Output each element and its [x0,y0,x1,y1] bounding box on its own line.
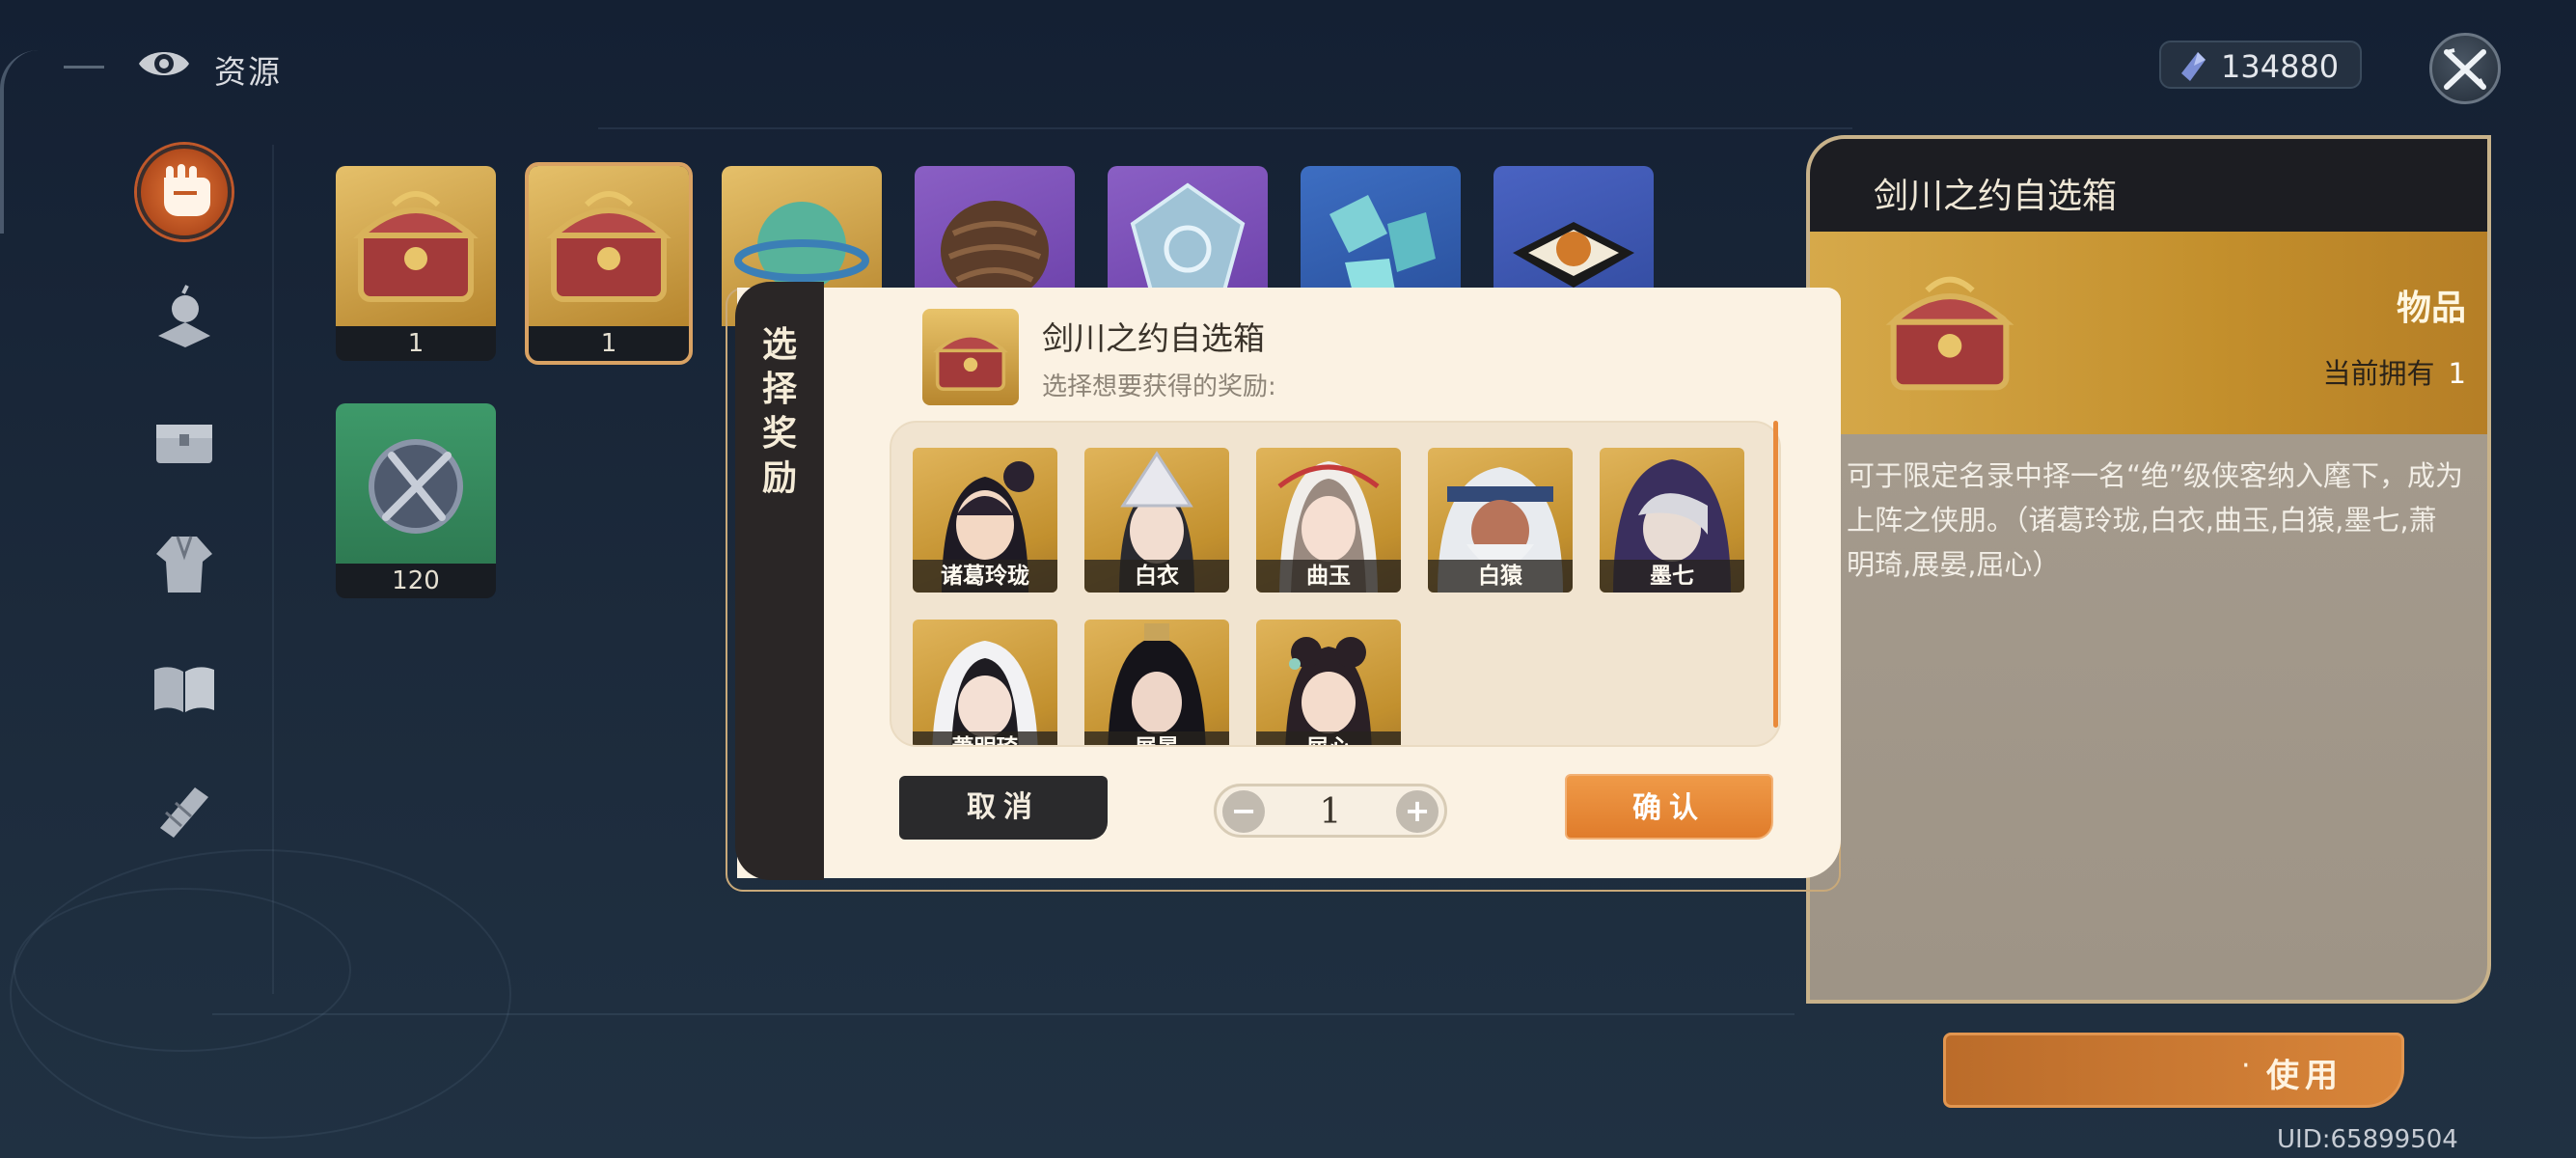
bg-line-bottom [212,1013,1795,1015]
detail-header: 剑川之约自选箱 [1810,139,2487,232]
uid-label: UID:65899504 [2277,1125,2458,1154]
use-prefix: · [2241,1049,2251,1083]
hero-portrait-icon [1285,637,1372,745]
sword-medal-icon [336,403,496,564]
hero-portrait-icon [932,641,1038,745]
tab-char: 奖 [761,414,797,454]
detail-description: 可于限定名录中择一名“绝”级侠客纳入麾下，成为上阵之侠朋。（诸葛玲珑,白衣,曲玉… [1847,459,2464,581]
hero-card[interactable]: 诸葛玲珑 [913,448,1057,593]
treasure-chest-icon [922,309,1019,405]
inventory-item[interactable]: 120 [336,403,496,598]
fist-icon [164,164,210,216]
hero-grid: 诸葛玲珑 白衣 曲玉 白猿 墨七 [890,421,1781,747]
bg-ring-inner [14,888,351,1052]
hero-card[interactable]: 萧明琦 [913,620,1057,745]
hero-name: 墨七 [1600,560,1744,593]
owned-count: 1 [2448,357,2466,390]
hero-name: 展晏 [1084,731,1229,745]
sidebar-item-fragment[interactable] [147,774,222,849]
inventory-item[interactable]: 1 [336,166,496,361]
page-title: 资源 [214,53,282,91]
hero-card[interactable]: 白猿 [1428,448,1573,593]
currency-display: 134880 [2159,41,2362,89]
detail-banner: 物品 当前拥有 1 [1810,232,2487,434]
hero-portrait-icon [1108,623,1206,745]
scroll-icon [160,787,208,838]
modal-title: 剑川之约自选箱 [1042,319,1265,357]
confirm-button[interactable]: 确认 [1565,774,1773,840]
book-icon [154,667,214,712]
sidebar-item-outfit[interactable] [147,527,222,602]
potion-icon [158,285,210,347]
treasure-chest-icon [1868,251,2032,415]
detail-owned: 当前拥有 1 [2323,351,2466,392]
item-detail-panel: 剑川之约自选箱 物品 当前拥有 1 可于限定名录中择一名“绝”级侠客纳入麾下，成为… [1806,135,2491,1004]
hero-grid-scrollbar[interactable] [1773,421,1778,728]
tab-char: 励 [761,458,797,498]
eye-icon[interactable] [137,44,191,83]
sidebar-item-growth[interactable] [147,280,222,355]
grid-clip [891,747,1779,751]
sidebar-item-chest[interactable] [147,403,222,479]
inventory-count: 120 [336,564,496,598]
sidebar-item-book[interactable] [147,650,222,726]
hero-card[interactable]: 展晏 [1084,620,1229,745]
chest-icon [156,425,212,463]
inventory-count: 1 [336,326,496,361]
treasure-chest-icon [529,166,689,326]
currency-value: 134880 [2221,48,2340,85]
modal-subtitle: 选择想要获得的奖励: [1042,372,1276,401]
tab-char: 择 [761,370,797,409]
hero-name: 萧明琦 [913,731,1057,745]
owned-label: 当前拥有 [2322,357,2435,390]
hero-name: 白猿 [1428,560,1573,593]
close-icon [2444,48,2486,90]
robe-icon [156,536,212,593]
cancel-button[interactable]: 取消 [899,776,1108,840]
modal-side-tab: 选 择 奖 励 [735,282,824,880]
hero-card[interactable]: 屈心 [1256,620,1401,745]
bg-line-top [598,127,1852,129]
hero-card[interactable]: 白衣 [1084,448,1229,593]
crystal-icon [2179,50,2207,83]
hero-card[interactable]: 墨七 [1600,448,1744,593]
sidebar-item-resources[interactable] [137,145,232,239]
plus-button[interactable]: + [1396,790,1439,833]
hero-name: 白衣 [1084,560,1229,593]
bg-arc [0,50,39,234]
inventory-item-selected[interactable]: 1 [525,162,693,365]
sidebar-divider [272,145,274,994]
quantity-stepper: − 1 + [1214,784,1447,838]
inventory-count: 1 [529,326,689,361]
tab-char: 选 [761,325,797,365]
hero-name: 诸葛玲珑 [913,560,1057,593]
use-button[interactable]: · 使用 [1943,1033,2404,1108]
use-label: 使用 [2266,1057,2343,1095]
detail-type: 物品 [2396,289,2466,328]
detail-title: 剑川之约自选箱 [1874,177,2118,216]
hero-name: 曲玉 [1256,560,1401,593]
close-button[interactable] [2429,33,2501,104]
hero-name: 屈心 [1256,731,1401,745]
treasure-chest-icon [336,166,496,326]
hero-card[interactable]: 曲玉 [1256,448,1401,593]
header-dash [64,66,104,69]
